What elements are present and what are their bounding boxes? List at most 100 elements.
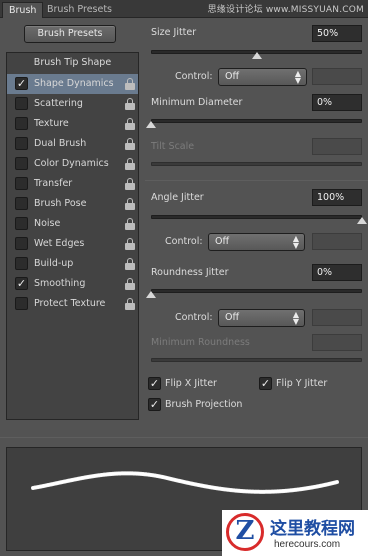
- sidebar-item-shape-dynamics[interactable]: ✓ Shape Dynamics: [7, 74, 138, 94]
- sidebar-item-checkbox[interactable]: [15, 117, 28, 130]
- sidebar-item-protect-texture[interactable]: Protect Texture: [7, 294, 138, 314]
- watermark-text: 思缘设计论坛 www.MISSYUAN.COM: [207, 5, 364, 15]
- sidebar-item-label: Brush Pose: [34, 198, 87, 209]
- select-arrows-icon: ▲ ▼: [292, 234, 299, 250]
- sidebar-item-dual-brush[interactable]: Dual Brush: [7, 134, 138, 154]
- lock-icon[interactable]: [125, 118, 135, 130]
- checkmark-icon: ✓: [149, 377, 160, 390]
- logo-title: 这里教程网: [270, 519, 355, 539]
- lock-icon[interactable]: [125, 258, 135, 270]
- flip-y-checkbox[interactable]: ✓: [259, 377, 272, 390]
- sidebar-item-label: Scattering: [34, 98, 83, 109]
- sidebar-item-label: Texture: [34, 118, 69, 129]
- angle-jitter-value[interactable]: 100%: [312, 189, 362, 206]
- angle-jitter-slider-thumb[interactable]: [357, 217, 367, 224]
- sidebar-item-checkbox[interactable]: [15, 237, 28, 250]
- flip-x-checkbox[interactable]: ✓: [148, 377, 161, 390]
- sidebar-item-label: Protect Texture: [34, 298, 106, 309]
- checkmark-icon: ✓: [149, 398, 160, 411]
- min-diameter-slider[interactable]: [151, 119, 362, 123]
- logo-z-icon: Z: [226, 513, 264, 551]
- min-diameter-label: Minimum Diameter: [151, 97, 243, 108]
- roundness-control-select[interactable]: Off ▲ ▼: [218, 309, 305, 327]
- select-arrows-icon: ▲ ▼: [294, 69, 301, 85]
- tab-brush-presets[interactable]: Brush Presets: [41, 2, 118, 18]
- flip-x-label: Flip X Jitter: [165, 378, 217, 389]
- size-control-select[interactable]: Off ▲ ▼: [218, 68, 307, 86]
- sidebar-item-wet-edges[interactable]: Wet Edges: [7, 234, 138, 254]
- min-diameter-slider-thumb[interactable]: [146, 121, 156, 128]
- sidebar-item-transfer[interactable]: Transfer: [7, 174, 138, 194]
- sidebar-item-texture[interactable]: Texture: [7, 114, 138, 134]
- roundness-jitter-label: Roundness Jitter: [151, 267, 229, 278]
- logo-url: herecours.com: [274, 539, 341, 550]
- size-control-value: Off: [225, 71, 240, 82]
- lock-icon[interactable]: [125, 78, 135, 90]
- lock-icon[interactable]: [125, 98, 135, 110]
- sidebar-item-checkbox[interactable]: [15, 217, 28, 230]
- min-roundness-field: [312, 334, 362, 351]
- sidebar-item-noise[interactable]: Noise: [7, 214, 138, 234]
- size-jitter-value[interactable]: 50%: [312, 25, 362, 42]
- sidebar-item-checkbox[interactable]: [15, 297, 28, 310]
- sidebar-item-checkbox[interactable]: [15, 137, 28, 150]
- sidebar-item-checkbox[interactable]: [15, 97, 28, 110]
- sidebar-item-checkbox[interactable]: ✓: [15, 77, 28, 90]
- checkmark-icon: ✓: [16, 77, 27, 90]
- size-control-label: Control:: [175, 71, 213, 82]
- size-control-field: [312, 68, 362, 85]
- select-arrows-icon: ▲ ▼: [292, 310, 299, 326]
- roundness-control-field: [312, 309, 362, 326]
- lock-icon[interactable]: [125, 238, 135, 250]
- min-roundness-slider: [151, 358, 362, 362]
- tilt-scale-field: [312, 138, 362, 155]
- angle-control-field: [312, 233, 362, 250]
- divider: [145, 180, 368, 181]
- lock-icon[interactable]: [125, 198, 135, 210]
- lock-icon[interactable]: [125, 218, 135, 230]
- lock-icon[interactable]: [125, 158, 135, 170]
- roundness-jitter-slider[interactable]: [151, 289, 362, 293]
- sidebar-item-checkbox[interactable]: ✓: [15, 277, 28, 290]
- size-jitter-slider-thumb[interactable]: [251, 52, 262, 59]
- lock-icon[interactable]: [125, 298, 135, 310]
- sidebar-item-checkbox[interactable]: [15, 177, 28, 190]
- angle-jitter-label: Angle Jitter: [151, 192, 204, 203]
- brush-tip-shape-item[interactable]: Brush Tip Shape: [7, 56, 138, 72]
- brush-projection-checkbox[interactable]: ✓: [148, 398, 161, 411]
- angle-control-select[interactable]: Off ▲ ▼: [208, 233, 305, 251]
- sidebar-item-checkbox[interactable]: [15, 257, 28, 270]
- site-logo: Z 这里教程网 herecours.com: [222, 510, 368, 556]
- min-diameter-value[interactable]: 0%: [312, 94, 362, 111]
- tilt-scale-label: Tilt Scale: [151, 141, 195, 152]
- sidebar-item-brush-pose[interactable]: Brush Pose: [7, 194, 138, 214]
- lock-icon[interactable]: [125, 278, 135, 290]
- sidebar-item-label: Color Dynamics: [34, 158, 109, 169]
- sidebar-item-label: Build-up: [34, 258, 74, 269]
- tab-brush[interactable]: Brush: [2, 2, 44, 18]
- size-jitter-label: Size Jitter: [151, 27, 197, 38]
- sidebar-item-color-dynamics[interactable]: Color Dynamics: [7, 154, 138, 174]
- brush-projection-label: Brush Projection: [165, 399, 243, 410]
- sidebar-item-label: Smoothing: [34, 278, 86, 289]
- divider: [0, 437, 368, 438]
- sidebar-item-scattering[interactable]: Scattering: [7, 94, 138, 114]
- flip-y-label: Flip Y Jitter: [276, 378, 328, 389]
- tilt-scale-slider: [151, 162, 362, 166]
- angle-jitter-slider[interactable]: [151, 215, 362, 219]
- roundness-jitter-slider-thumb[interactable]: [146, 291, 156, 298]
- sidebar-item-label: Transfer: [34, 178, 73, 189]
- min-roundness-label: Minimum Roundness: [151, 337, 250, 348]
- brush-presets-button[interactable]: Brush Presets: [24, 25, 116, 43]
- sidebar-item-smoothing[interactable]: ✓ Smoothing: [7, 274, 138, 294]
- roundness-control-value: Off: [225, 312, 240, 323]
- roundness-jitter-value[interactable]: 0%: [312, 264, 362, 281]
- sidebar-item-build-up[interactable]: Build-up: [7, 254, 138, 274]
- sidebar-item-label: Wet Edges: [34, 238, 85, 249]
- lock-icon[interactable]: [125, 138, 135, 150]
- sidebar-item-label: Noise: [34, 218, 61, 229]
- lock-icon[interactable]: [125, 178, 135, 190]
- sidebar-item-checkbox[interactable]: [15, 157, 28, 170]
- brush-settings-list: Brush Tip Shape ✓ Shape Dynamics Scatterin…: [6, 52, 139, 420]
- sidebar-item-checkbox[interactable]: [15, 197, 28, 210]
